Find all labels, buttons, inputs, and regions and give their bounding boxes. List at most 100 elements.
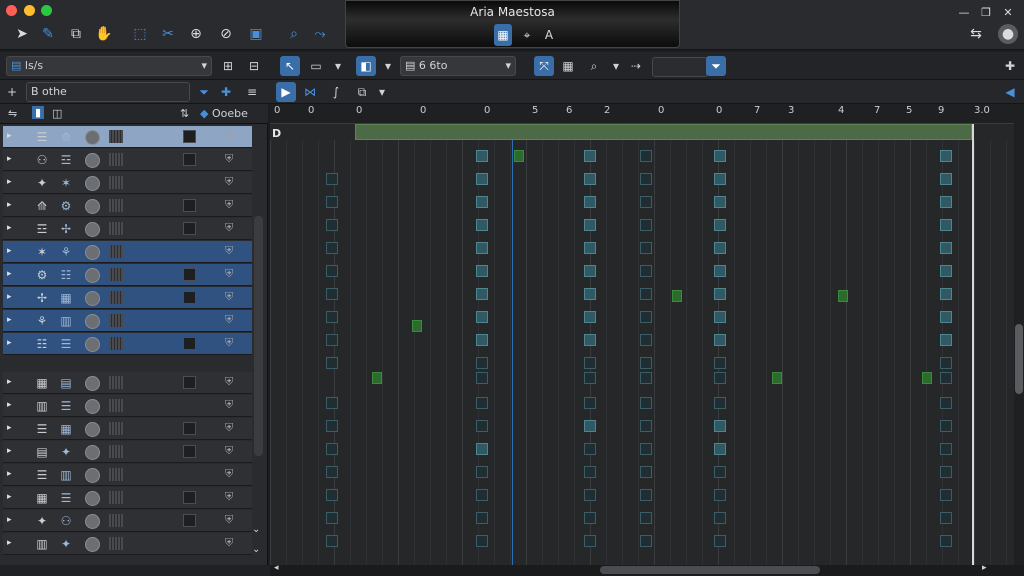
pattern-cell[interactable] — [326, 489, 338, 501]
track-list-scrollbar[interactable] — [254, 216, 263, 456]
pattern-cell[interactable] — [476, 265, 488, 277]
pattern-cell[interactable] — [940, 443, 952, 455]
pattern-cell[interactable] — [476, 173, 488, 185]
pattern-cell[interactable] — [714, 420, 726, 432]
curve-tool-button[interactable]: ∫ — [326, 82, 346, 102]
catch-button[interactable]: ▦ — [558, 56, 578, 76]
mute-button[interactable] — [183, 445, 196, 458]
pattern-cell[interactable] — [584, 397, 596, 409]
midi-note[interactable] — [672, 290, 682, 302]
track-row[interactable]: ▸ ☰ ⟰ ⛨ — [3, 126, 252, 148]
pattern-cell[interactable] — [584, 265, 596, 277]
pattern-cell[interactable] — [640, 196, 652, 208]
pattern-cell[interactable] — [476, 443, 488, 455]
share-icon[interactable]: ⇆ — [966, 24, 986, 44]
pattern-cell[interactable] — [714, 512, 726, 524]
record-enable-button[interactable] — [85, 399, 100, 414]
pattern-cell[interactable] — [640, 372, 652, 384]
pattern-cell[interactable] — [714, 173, 726, 185]
pattern-cell[interactable] — [476, 196, 488, 208]
collapse-icon[interactable]: ◀ — [1000, 82, 1020, 102]
pattern-cell[interactable] — [640, 466, 652, 478]
filter-button[interactable]: ⏷ — [706, 56, 726, 76]
link-button[interactable]: ⤧ — [534, 56, 554, 76]
hand-tool-icon[interactable]: ✋ — [94, 24, 114, 44]
minimize-icon[interactable]: — — [954, 2, 974, 22]
pattern-cell[interactable] — [940, 420, 952, 432]
pattern-cell[interactable] — [940, 334, 952, 346]
record-enable-button[interactable] — [85, 314, 100, 329]
pattern-cell[interactable] — [476, 420, 488, 432]
pattern-cell[interactable] — [476, 489, 488, 501]
pattern-cell[interactable] — [326, 242, 338, 254]
record-enable-button[interactable] — [85, 514, 100, 529]
pattern-cell[interactable] — [714, 357, 726, 369]
close-window-button[interactable] — [6, 5, 17, 16]
arrange-horizontal-scrollbar[interactable]: ◂ ▸ — [270, 563, 1024, 576]
pattern-cell[interactable] — [476, 242, 488, 254]
pattern-cell[interactable] — [326, 535, 338, 547]
record-enable-button[interactable] — [85, 445, 100, 460]
mute-button[interactable] — [183, 376, 196, 389]
mute-button[interactable] — [183, 222, 196, 235]
midi-note[interactable] — [514, 150, 524, 162]
pattern-cell[interactable] — [714, 372, 726, 384]
pattern-cell[interactable] — [940, 397, 952, 409]
track-row[interactable]: ▸ ⚘ ▥ ⛨ — [3, 310, 252, 332]
pattern-cell[interactable] — [940, 288, 952, 300]
split-icon[interactable]: ⋈ — [300, 82, 320, 102]
pattern-cell[interactable] — [640, 443, 652, 455]
mute-button[interactable] — [183, 153, 196, 166]
pattern-cell[interactable] — [714, 466, 726, 478]
pattern-cell[interactable] — [584, 512, 596, 524]
disclosure-triangle-icon[interactable]: ▸ — [7, 292, 12, 302]
add-marker-icon[interactable]: ✚ — [216, 82, 236, 102]
automation-tool-icon[interactable]: ⤳ — [310, 24, 330, 44]
grid-view-button[interactable]: ⊟ — [244, 56, 264, 76]
pattern-cell[interactable] — [714, 219, 726, 231]
pattern-cell[interactable] — [940, 489, 952, 501]
mode-dropdown-button[interactable]: ▾ — [328, 56, 348, 76]
pattern-cell[interactable] — [940, 311, 952, 323]
pattern-cell[interactable] — [584, 242, 596, 254]
lock-icon[interactable]: ▮ — [32, 106, 45, 119]
disclosure-triangle-icon[interactable]: ▸ — [7, 200, 12, 210]
record-enable-button[interactable] — [85, 268, 100, 283]
vertical-scroll-thumb[interactable] — [1015, 324, 1023, 394]
pattern-cell[interactable] — [476, 372, 488, 384]
pattern-cell[interactable] — [326, 265, 338, 277]
pattern-cell[interactable] — [584, 219, 596, 231]
shield-icon[interactable]: ⛨ — [225, 198, 233, 212]
pattern-cell[interactable] — [476, 512, 488, 524]
pin-icon[interactable]: ✚ — [1000, 56, 1020, 76]
pattern-cell[interactable] — [326, 196, 338, 208]
track-row[interactable]: ▸ ☰ ▦ ⛨ — [3, 418, 252, 440]
shield-icon[interactable]: ⛨ — [225, 398, 233, 412]
pattern-cell[interactable] — [940, 512, 952, 524]
pattern-cell[interactable] — [940, 219, 952, 231]
record-enable-button[interactable] — [85, 153, 100, 168]
pattern-cell[interactable] — [640, 397, 652, 409]
track-row[interactable]: ▸ ✦ ⚇ ⛨ — [3, 510, 252, 532]
shield-icon[interactable]: ⛨ — [225, 221, 233, 235]
pointer-tool-icon[interactable]: ➤ — [12, 24, 32, 44]
pattern-cell[interactable] — [940, 173, 952, 185]
track-row[interactable]: ▸ ▥ ✦ ⛨ — [3, 533, 252, 555]
scroll-right-icon[interactable]: ▸ — [982, 563, 987, 573]
pattern-cell[interactable] — [326, 173, 338, 185]
text-mode-button[interactable]: A — [540, 24, 558, 46]
doc-icon[interactable]: ◫ — [52, 107, 62, 120]
arrange-vertical-scrollbar[interactable] — [1014, 104, 1024, 565]
disclosure-triangle-icon[interactable]: ▸ — [7, 377, 12, 387]
pattern-cell[interactable] — [584, 311, 596, 323]
disclosure-triangle-icon[interactable]: ▸ — [7, 269, 12, 279]
mute-button[interactable] — [183, 130, 196, 143]
track-row[interactable]: ▸ ☰ ▥ ⛨ — [3, 464, 252, 486]
pattern-cell[interactable] — [476, 535, 488, 547]
mute-tool-icon[interactable]: ⊘ — [216, 24, 236, 44]
track-search-field[interactable]: B othe — [26, 82, 190, 102]
pattern-cell[interactable] — [584, 150, 596, 162]
horizontal-scroll-thumb[interactable] — [600, 566, 820, 574]
track-row[interactable]: ▸ ⟰ ⚙ ⛨ — [3, 195, 252, 217]
pattern-cell[interactable] — [640, 150, 652, 162]
